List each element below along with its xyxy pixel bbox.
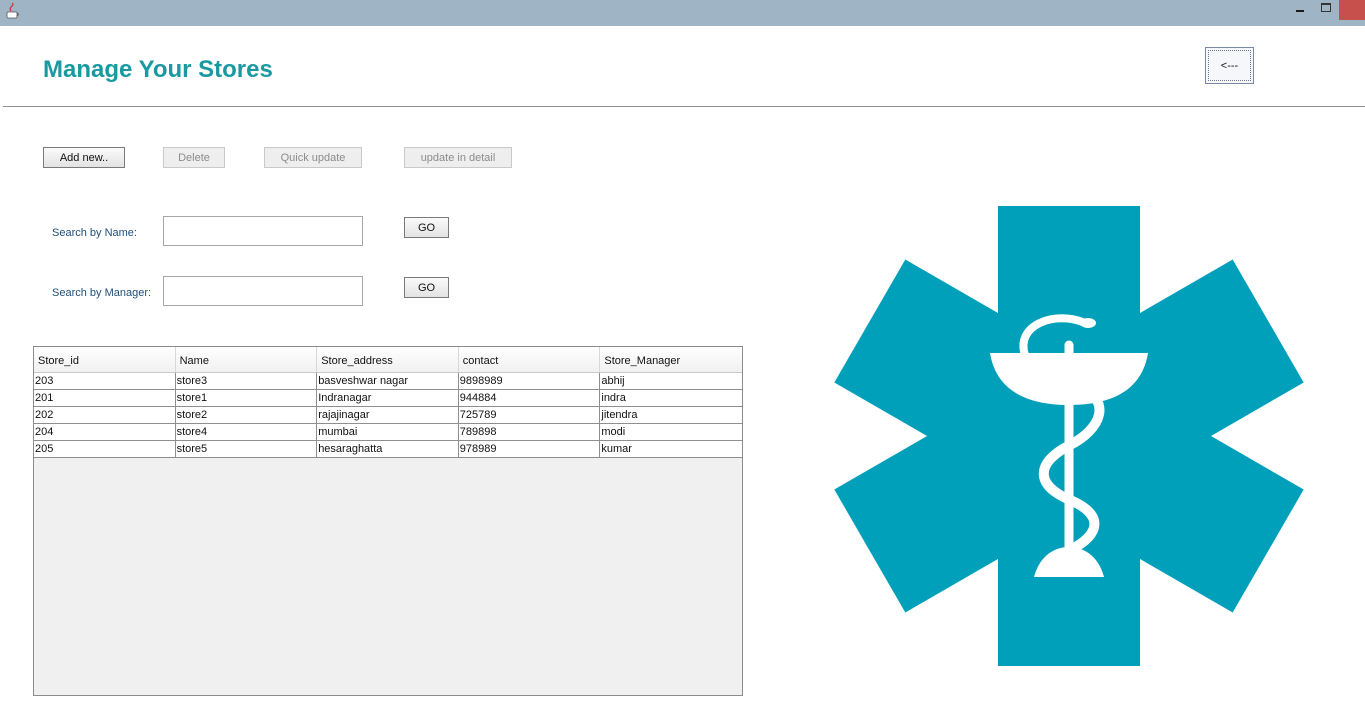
quick-update-button[interactable]: Quick update xyxy=(264,147,362,168)
table-row[interactable]: 204 store4 mumbai 789898 modi xyxy=(34,424,742,441)
cell-store-manager: jitendra xyxy=(601,409,638,421)
cell-store-id: 202 xyxy=(34,407,176,423)
cell-store-id: 205 xyxy=(34,441,176,457)
cell-store-manager: kumar xyxy=(601,443,632,455)
cell-store-address: Indranagar xyxy=(317,390,459,406)
cell-contact: 9898989 xyxy=(459,373,601,389)
column-header-store-id[interactable]: Store_id xyxy=(34,347,176,372)
search-by-name-input[interactable] xyxy=(163,216,363,246)
cell-store-id: 203 xyxy=(34,373,176,389)
add-new-button[interactable]: Add new.. xyxy=(43,147,125,168)
search-by-name-go-button[interactable]: GO xyxy=(404,217,449,238)
search-by-name-label: Search by Name: xyxy=(52,227,137,239)
cell-contact: 789898 xyxy=(459,424,601,440)
cell-contact: 944884 xyxy=(459,390,601,406)
cell-contact: 725789 xyxy=(459,407,601,423)
page-title: Manage Your Stores xyxy=(43,56,273,83)
cell-name: store4 xyxy=(176,424,318,440)
cell-name: store1 xyxy=(176,390,318,406)
search-by-manager-input[interactable] xyxy=(163,276,363,306)
cell-store-id: 201 xyxy=(34,390,176,406)
java-app-icon xyxy=(6,3,19,19)
cell-store-manager: indra xyxy=(601,392,626,404)
cell-store-address: mumbai xyxy=(317,424,459,440)
close-icon[interactable] xyxy=(1339,0,1365,20)
column-header-contact[interactable]: contact xyxy=(459,347,601,372)
cell-store-id: 204 xyxy=(34,424,176,440)
cell-name: store2 xyxy=(176,407,318,423)
cell-store-address: rajajinagar xyxy=(317,407,459,423)
cell-contact: 978989 xyxy=(459,441,601,457)
maximize-icon[interactable] xyxy=(1313,0,1339,20)
cell-store-address: hesaraghatta xyxy=(317,441,459,457)
cell-store-address: basveshwar nagar xyxy=(317,373,459,389)
table-row[interactable]: 202 store2 rajajinagar 725789 jitendra xyxy=(34,407,742,424)
column-header-store-address[interactable]: Store_address xyxy=(317,347,459,372)
back-button[interactable]: <--- xyxy=(1205,47,1254,84)
delete-button[interactable]: Delete xyxy=(163,147,225,168)
table-row[interactable]: 201 store1 Indranagar 944884 indra xyxy=(34,390,742,407)
stores-table[interactable]: Store_id Name Store_address contact Stor… xyxy=(33,346,743,696)
search-by-manager-go-button[interactable]: GO xyxy=(404,277,449,298)
cell-name: store3 xyxy=(176,373,318,389)
window-title-bar xyxy=(0,0,1365,26)
cell-name: store5 xyxy=(176,441,318,457)
table-header: Store_id Name Store_address contact Stor… xyxy=(34,347,742,373)
column-header-name[interactable]: Name xyxy=(176,347,318,372)
search-by-manager-label: Search by Manager: xyxy=(52,287,152,299)
minimize-icon[interactable] xyxy=(1287,0,1313,20)
update-in-detail-button[interactable]: update in detail xyxy=(404,147,512,168)
column-header-store-manager[interactable]: Store_Manager xyxy=(600,347,742,372)
table-row[interactable]: 203 store3 basveshwar nagar 9898989 abhi… xyxy=(34,373,742,390)
star-of-life-icon xyxy=(834,206,1304,666)
cell-store-manager: abhij xyxy=(601,375,625,387)
table-row[interactable]: 205 store5 hesaraghatta 978989 kumar xyxy=(34,441,742,458)
cell-store-manager: modi xyxy=(601,426,626,438)
